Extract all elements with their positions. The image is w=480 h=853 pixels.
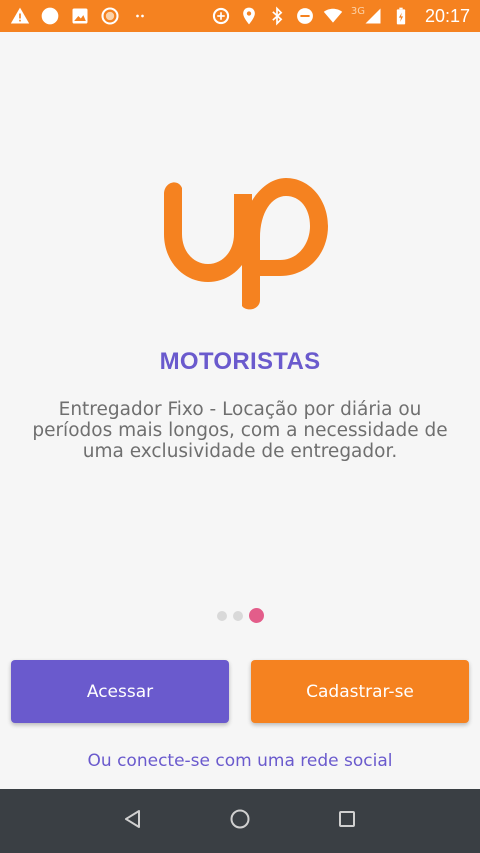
image-icon: [70, 6, 90, 26]
signal-icon: [363, 6, 383, 26]
back-button[interactable]: [113, 801, 153, 841]
home-icon: [228, 807, 252, 835]
back-icon: [121, 807, 145, 835]
recents-button[interactable]: [327, 801, 367, 841]
dots-icon: [130, 6, 150, 26]
navigation-bar: [0, 789, 480, 853]
status-bar-notifications: [10, 6, 150, 26]
circle-icon: [40, 6, 60, 26]
page-title: MOTORISTAS: [159, 348, 321, 375]
pagination-dot-active[interactable]: [248, 608, 264, 623]
access-button[interactable]: Acessar: [11, 660, 229, 723]
recents-icon: [335, 807, 359, 835]
data-saver-icon: [211, 6, 231, 26]
pagination-dot[interactable]: [216, 610, 227, 621]
wifi-icon: [323, 6, 343, 26]
circle-outline-icon: [100, 6, 120, 26]
home-button[interactable]: [220, 801, 260, 841]
signup-button[interactable]: Cadastrar-se: [251, 660, 469, 723]
pagination-dots: [0, 608, 480, 623]
warning-icon: [10, 6, 30, 26]
bluetooth-icon: [267, 6, 287, 26]
main-content: MOTORISTAS Entregador Fixo - Locação por…: [0, 32, 480, 789]
location-icon: [239, 6, 259, 26]
status-bar: 3G 20:17: [0, 0, 480, 32]
clock: 20:17: [424, 5, 470, 26]
dnd-icon: [295, 6, 315, 26]
pagination-dot[interactable]: [232, 610, 243, 621]
social-login-link[interactable]: Ou conecte-se com uma rede social: [0, 751, 480, 771]
up-logo: [150, 170, 330, 310]
status-bar-system: 3G 20:17: [211, 6, 470, 27]
onboarding-description: Entregador Fixo - Locação por diária ou …: [32, 399, 448, 462]
battery-icon: [391, 6, 411, 26]
